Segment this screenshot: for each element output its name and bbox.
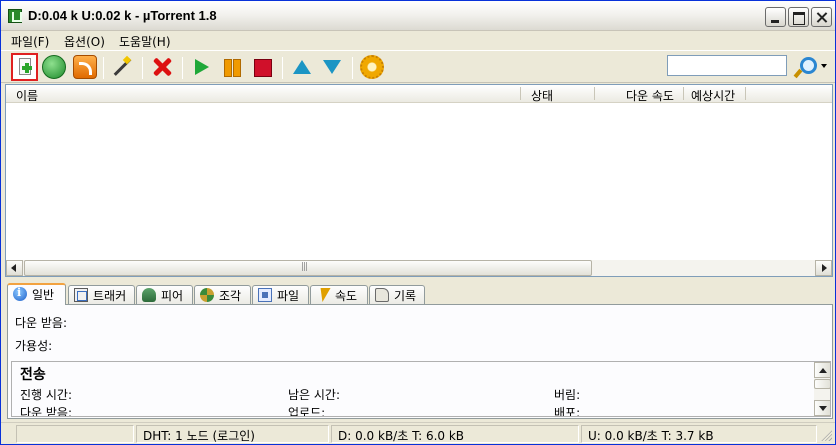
column-name[interactable]: 이름 <box>16 87 38 104</box>
tab-label: 기록 <box>394 289 417 303</box>
tab-label: 조각 <box>219 289 242 303</box>
preferences-button[interactable] <box>360 55 384 79</box>
scroll-up-button[interactable] <box>814 362 830 378</box>
tab-general[interactable]: 일반 <box>7 283 66 305</box>
chevron-down-icon[interactable] <box>821 64 827 68</box>
tab-label: 트래커 <box>93 289 127 303</box>
info-icon <box>13 286 27 301</box>
move-down-button[interactable] <box>320 55 344 79</box>
create-torrent-button[interactable] <box>110 55 134 79</box>
log-icon <box>375 288 389 302</box>
menu-options[interactable]: 옵션(O) <box>64 33 105 50</box>
scroll-thumb[interactable] <box>814 379 830 389</box>
tab-peers[interactable]: 피어 <box>136 285 193 304</box>
files-icon <box>258 288 272 302</box>
tab-label: 파일 <box>277 289 300 303</box>
menu-bar: 파일(F) 옵션(O) 도움말(H) <box>1 31 835 50</box>
detail-tabs: 일반 트래커 피어 조각 파일 속도 기록 <box>7 283 833 305</box>
tab-label: 피어 <box>161 289 184 303</box>
minimize-button[interactable] <box>765 7 786 27</box>
transfer-title: 전송 <box>20 367 46 383</box>
tab-pieces[interactable]: 조각 <box>194 285 251 304</box>
vertical-scrollbar[interactable] <box>814 362 830 416</box>
peers-icon <box>142 288 156 302</box>
stop-button[interactable] <box>250 55 274 79</box>
plus-icon <box>22 63 32 73</box>
torrent-list[interactable]: 이름 상태 다운 속도 예상시간 <box>5 84 833 277</box>
start-button[interactable] <box>190 55 214 79</box>
scroll-thumb[interactable] <box>24 260 592 276</box>
status-cell-empty <box>16 425 134 443</box>
tab-label: 일반 <box>32 288 55 302</box>
toolbar-separator <box>282 57 283 79</box>
scroll-down-button[interactable] <box>814 400 830 416</box>
toolbar-separator <box>182 57 183 79</box>
scroll-left-button[interactable] <box>6 260 23 276</box>
availability-label: 가용성: <box>15 339 53 353</box>
seeds-label: 배포: <box>554 406 581 417</box>
status-dht: DHT: 1 노드 (로그인) <box>136 425 329 443</box>
downloaded-label: 다운 받음: <box>15 316 68 330</box>
remaining-label: 남은 시간: <box>288 388 341 402</box>
remove-button[interactable] <box>150 55 174 79</box>
add-url-button[interactable] <box>42 55 66 79</box>
tab-speed[interactable]: 속도 <box>310 285 368 304</box>
move-up-button[interactable] <box>290 55 314 79</box>
downloaded-total-label: 다운 받음: <box>20 406 73 417</box>
close-button[interactable] <box>811 7 832 27</box>
column-status[interactable]: 상태 <box>531 87 553 104</box>
maximize-button[interactable] <box>788 7 809 27</box>
utorrent-window: D:0.04 k U:0.02 k - µTorrent 1.8 파일(F) 옵… <box>0 0 836 445</box>
search-icon[interactable] <box>793 56 817 78</box>
tab-label: 속도 <box>335 289 358 303</box>
title-bar[interactable]: D:0.04 k U:0.02 k - µTorrent 1.8 <box>1 1 835 31</box>
tab-log[interactable]: 기록 <box>369 285 425 304</box>
status-bar: DHT: 1 노드 (로그인) D: 0.0 kB/초 T: 6.0 kB U:… <box>1 422 835 444</box>
column-eta[interactable]: 예상시간 <box>691 87 735 104</box>
resize-grip-icon[interactable] <box>820 429 832 441</box>
uploaded-label: 업로드: <box>288 406 326 417</box>
status-upload: U: 0.0 kB/초 T: 3.7 kB <box>581 425 817 443</box>
wasted-label: 버림: <box>554 388 581 402</box>
pause-button[interactable] <box>220 55 244 79</box>
horizontal-scrollbar[interactable] <box>6 260 832 276</box>
scroll-right-button[interactable] <box>815 260 832 276</box>
add-torrent-button[interactable] <box>11 53 38 81</box>
utorrent-logo-icon <box>8 9 22 23</box>
pieces-icon <box>200 288 214 302</box>
tracker-icon <box>74 288 88 302</box>
toolbar-separator <box>352 57 353 79</box>
transfer-section: 전송 진행 시간: 남은 시간: 버림: 다운 받음: 업로드: 배포: <box>11 361 831 417</box>
rss-button[interactable] <box>73 55 97 79</box>
menu-help[interactable]: 도움말(H) <box>119 33 171 50</box>
elapsed-label: 진행 시간: <box>20 388 73 402</box>
column-divider[interactable] <box>683 87 684 100</box>
list-header: 이름 상태 다운 속도 예상시간 <box>6 85 832 103</box>
column-divider[interactable] <box>520 87 521 100</box>
menu-file[interactable]: 파일(F) <box>11 33 49 50</box>
search-input[interactable] <box>667 55 787 76</box>
general-panel: 다운 받음: 가용성: 전송 진행 시간: 남은 시간: 버림: 다운 받음: … <box>7 304 833 419</box>
tab-trackers[interactable]: 트래커 <box>68 285 135 304</box>
tab-files[interactable]: 파일 <box>252 285 309 304</box>
column-download-speed[interactable]: 다운 속도 <box>626 87 674 104</box>
column-divider[interactable] <box>594 87 595 100</box>
speed-icon <box>316 288 330 302</box>
status-download: D: 0.0 kB/초 T: 6.0 kB <box>331 425 579 443</box>
window-title: D:0.04 k U:0.02 k - µTorrent 1.8 <box>28 8 217 23</box>
column-divider[interactable] <box>745 87 746 100</box>
toolbar-separator <box>142 57 143 79</box>
toolbar-separator <box>103 57 104 79</box>
